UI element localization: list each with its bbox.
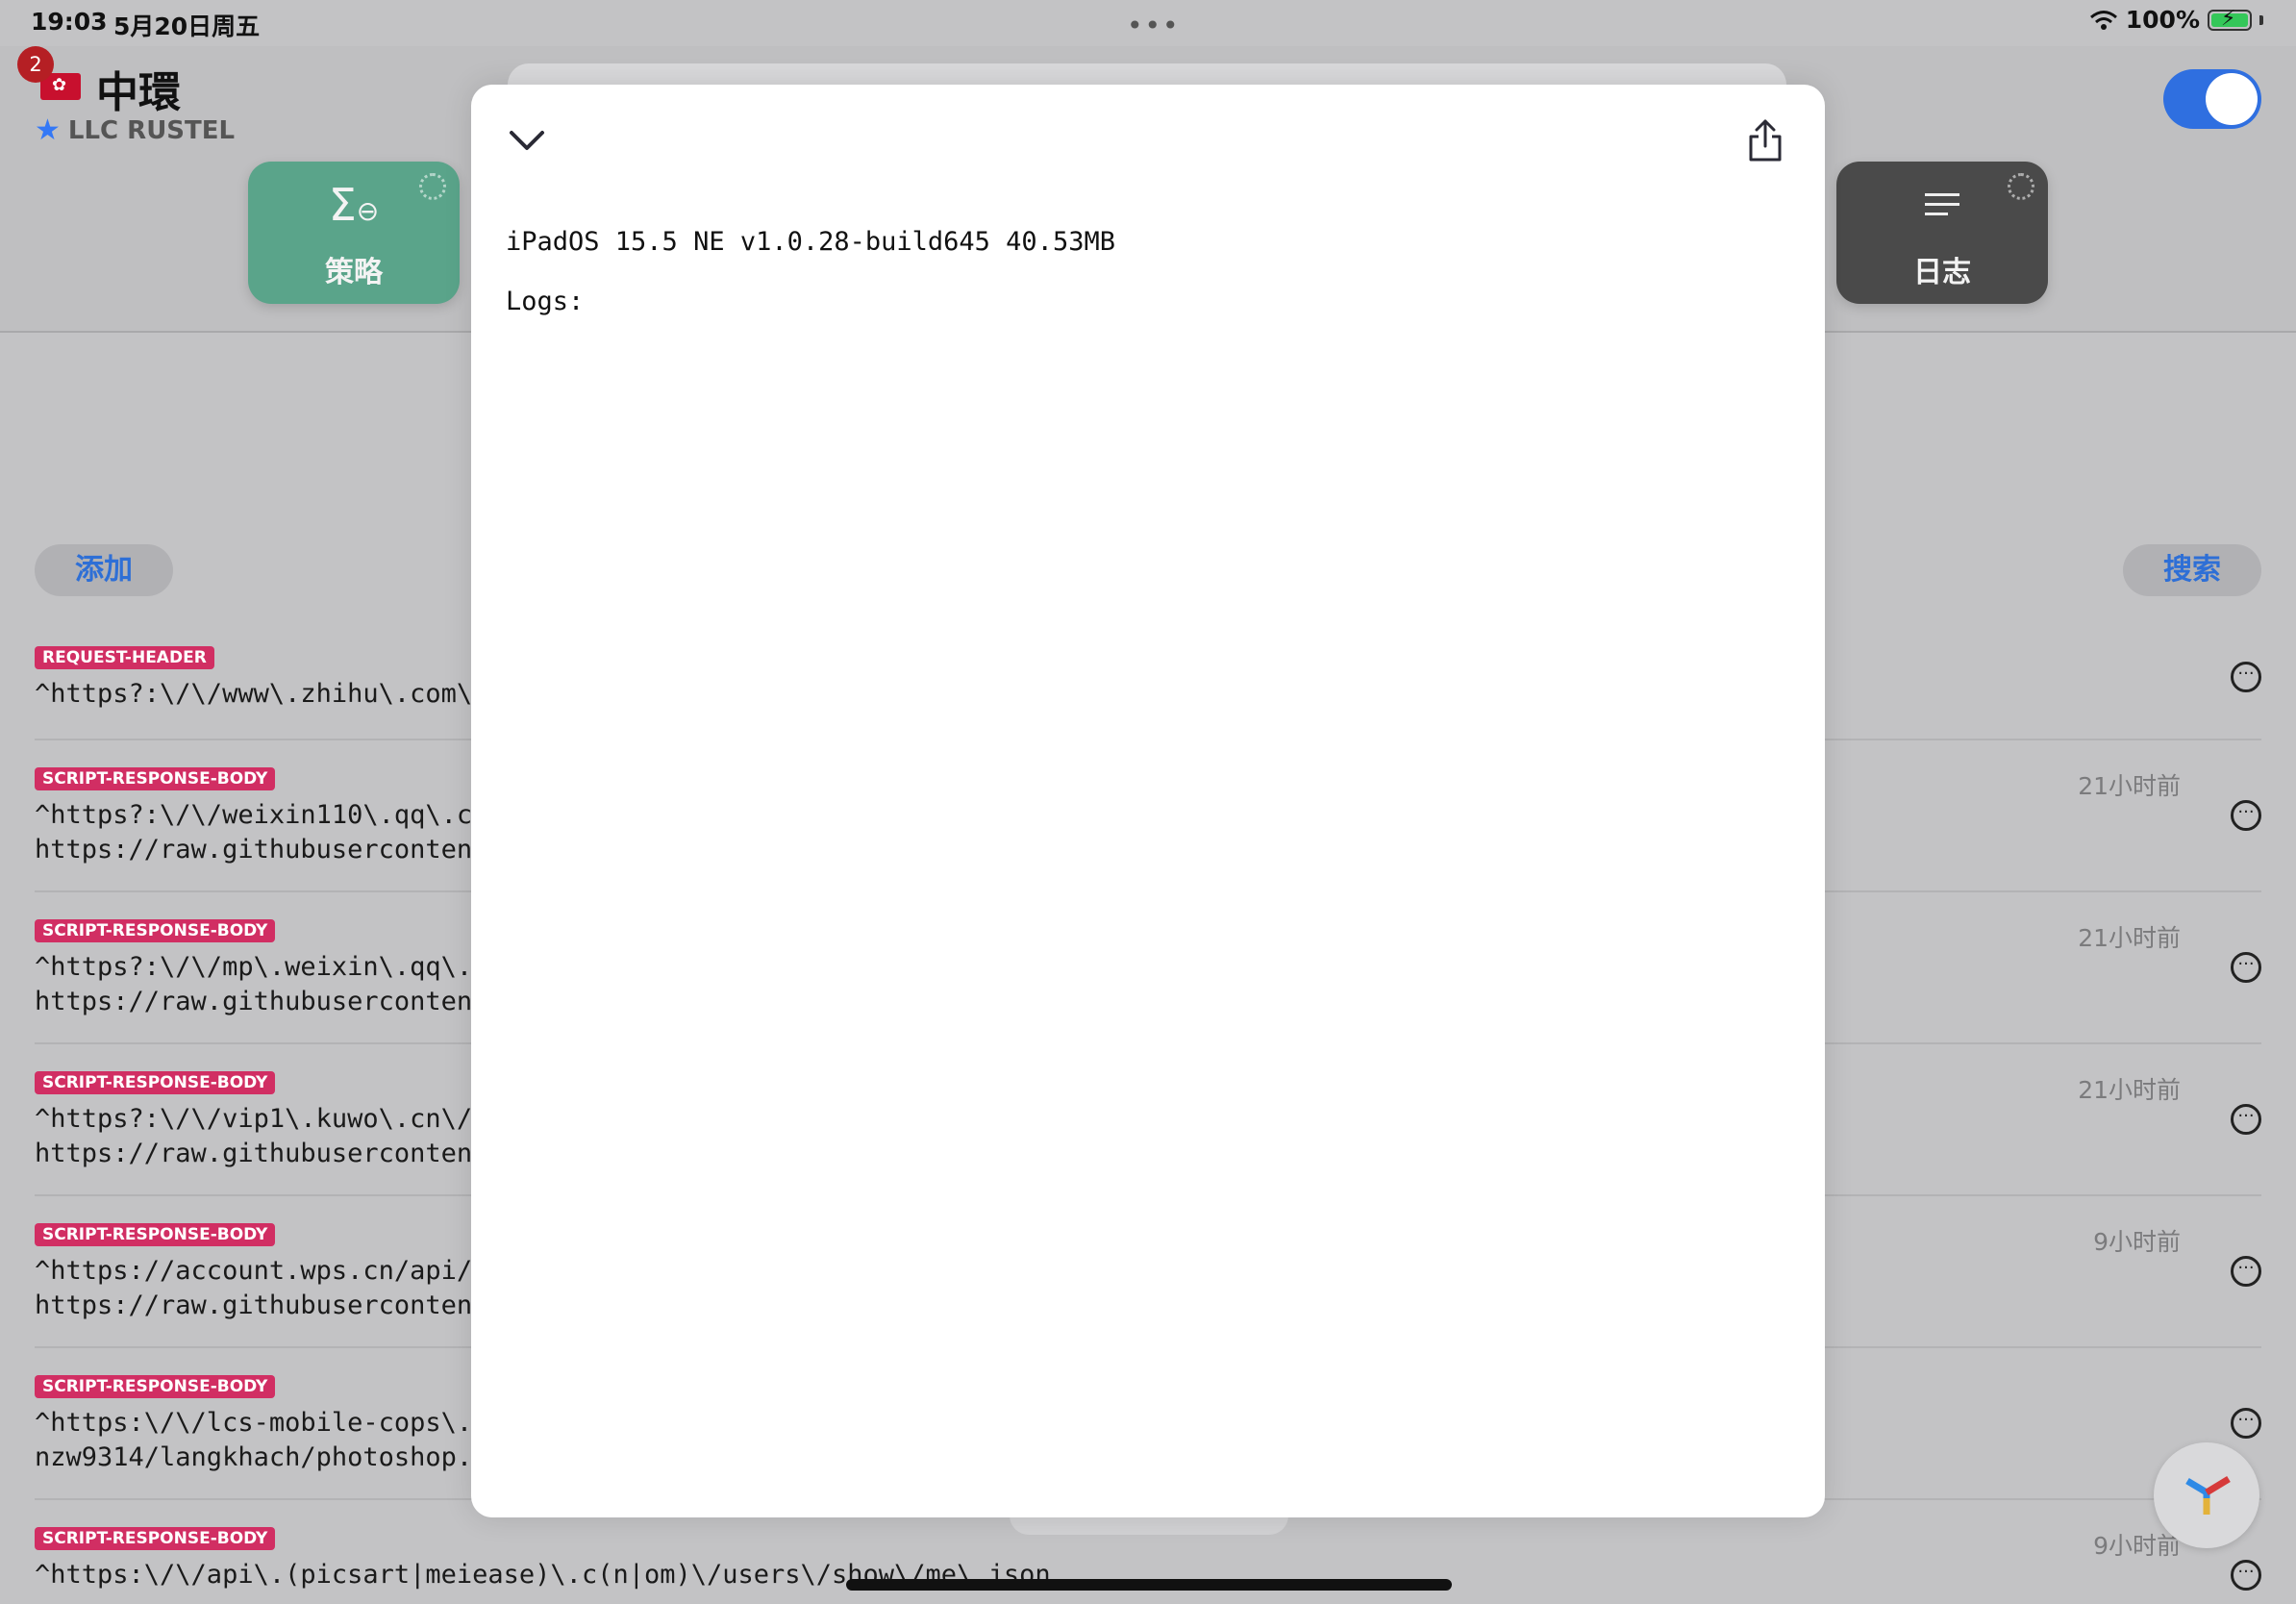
log-tile[interactable]: 日志 <box>1836 162 2048 304</box>
rule-type-badge: SCRIPT-RESPONSE-BODY <box>35 1223 276 1246</box>
wifi-icon <box>2089 10 2117 30</box>
status-date: 5月20日周五 <box>113 13 261 40</box>
more-options-icon[interactable]: ··· <box>2231 1560 2261 1591</box>
battery-icon: ⚡ <box>2208 7 2252 31</box>
status-bar: 19:03 5月20日周五 ••• 100% ⚡ <box>0 0 2296 46</box>
log-modal: iPadOS 15.5 NE v1.0.28-build645 40.53MB … <box>471 85 1825 1517</box>
app-logo-button[interactable] <box>2154 1442 2259 1548</box>
vpn-toggle[interactable] <box>2163 69 2261 129</box>
rule-pattern: ^https:\/\/lcs-mobile-cops\.a <box>35 1408 488 1438</box>
rule-type-badge: SCRIPT-RESPONSE-BODY <box>35 919 276 942</box>
rule-row[interactable]: SCRIPT-RESPONSE-BODY ^https:\/\/api\.(pi… <box>35 1527 2261 1602</box>
rule-pattern: ^https://account.wps.cn/api/u <box>35 1256 488 1286</box>
rule-pattern: ^https?:\/\/weixin110\.qq\.c <box>35 800 473 830</box>
notification-badge: 2 <box>17 46 54 83</box>
rule-time: 9小时前 <box>2093 1228 2181 1256</box>
status-right: 100% ⚡ <box>2089 6 2263 34</box>
battery-tip <box>2259 14 2263 25</box>
more-options-icon[interactable]: ··· <box>2231 1408 2261 1439</box>
toggle-knob <box>2206 73 2258 125</box>
rule-pattern: ^https?:\/\/www\.zhihu\.com\. <box>35 679 488 709</box>
rule-script: nzw9314/langkhach/photoshop.j <box>35 1442 488 1472</box>
status-time: 19:03 <box>31 8 108 36</box>
rule-type-badge: SCRIPT-RESPONSE-BODY <box>35 1375 276 1398</box>
rule-time: 21小时前 <box>2078 1076 2181 1104</box>
search-button[interactable]: 搜索 <box>2123 544 2261 596</box>
log-label: 日志 <box>1913 256 1971 289</box>
more-options-icon[interactable]: ··· <box>2231 952 2261 983</box>
rule-time: 21小时前 <box>2078 924 2181 952</box>
rule-time: 21小时前 <box>2078 772 2181 800</box>
logs-label: Logs: <box>506 287 585 316</box>
strategy-tile[interactable]: Σ⊖ 策略 <box>248 162 460 304</box>
more-options-icon[interactable]: ··· <box>2231 662 2261 692</box>
battery-percent: 100% <box>2125 6 2200 34</box>
rule-script: https://raw.githubuserconten <box>35 1139 473 1168</box>
more-options-icon[interactable]: ··· <box>2231 1104 2261 1135</box>
logo-icon <box>2185 1476 2231 1515</box>
rule-script: https://raw.githubuserconten <box>35 835 473 865</box>
rule-pattern: ^https?:\/\/mp\.weixin\.qq\. <box>35 952 473 982</box>
rule-script: https://raw.githubuserconten <box>35 1291 473 1320</box>
device-info: iPadOS 15.5 NE v1.0.28-build645 40.53MB <box>506 227 1115 257</box>
home-indicator[interactable] <box>846 1579 1452 1591</box>
rule-script: https://raw.githubuserconten <box>35 987 473 1016</box>
chevron-down-icon[interactable] <box>506 119 548 162</box>
rule-type-badge: SCRIPT-RESPONSE-BODY <box>35 767 276 790</box>
add-button[interactable]: 添加 <box>35 544 173 596</box>
page-title[interactable]: 中環 <box>96 58 181 119</box>
dotted-ring-icon <box>2008 173 2034 200</box>
more-options-icon[interactable]: ··· <box>2231 1256 2261 1287</box>
rule-type-badge: SCRIPT-RESPONSE-BODY <box>35 1071 276 1094</box>
multitasking-dots-icon[interactable]: ••• <box>1127 10 1181 41</box>
rule-type-badge: SCRIPT-RESPONSE-BODY <box>35 1527 276 1550</box>
dotted-ring-icon <box>419 173 446 200</box>
more-options-icon[interactable]: ··· <box>2231 800 2261 831</box>
share-icon[interactable] <box>1746 117 1784 163</box>
rule-pattern: ^https?:\/\/vip1\.kuwo\.cn\/ <box>35 1104 473 1134</box>
strategy-label: 策略 <box>325 256 383 289</box>
rule-type-badge: REQUEST-HEADER <box>35 646 214 669</box>
subtitle: ★ LLC RUSTEL <box>35 113 235 147</box>
star-icon: ★ <box>35 113 61 147</box>
subtitle-text: LLC RUSTEL <box>67 115 236 145</box>
